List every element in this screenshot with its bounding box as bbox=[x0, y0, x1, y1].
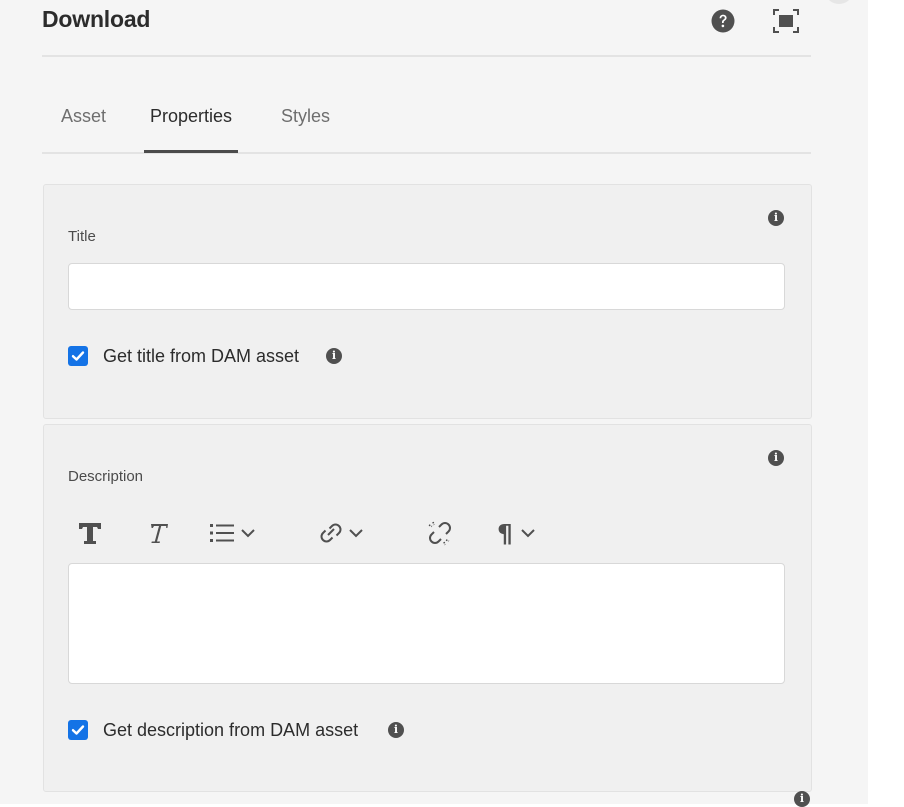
checkmark-icon bbox=[71, 725, 85, 735]
title-info-icon[interactable]: i bbox=[768, 210, 784, 226]
description-from-dam-checkbox[interactable] bbox=[68, 720, 88, 740]
title-from-dam-checkbox[interactable] bbox=[68, 346, 88, 366]
paragraph-icon: ¶ bbox=[497, 518, 513, 548]
description-editor[interactable] bbox=[68, 563, 785, 684]
dialog-panel: Download Asset Properties Styles i Title… bbox=[0, 0, 868, 807]
chevron-down-icon bbox=[349, 529, 363, 538]
help-icon[interactable] bbox=[711, 9, 735, 33]
chevron-down-icon bbox=[521, 529, 535, 538]
next-field-info-icon[interactable]: i bbox=[794, 791, 810, 807]
active-tab-indicator bbox=[144, 150, 238, 153]
link-icon bbox=[320, 523, 342, 543]
tab-asset[interactable]: Asset bbox=[61, 106, 106, 127]
list-button[interactable] bbox=[208, 516, 272, 550]
title-from-dam-info-icon[interactable]: i bbox=[326, 348, 342, 364]
title-from-dam-label: Get title from DAM asset bbox=[103, 346, 300, 366]
bold-icon bbox=[79, 523, 101, 544]
checkmark-icon bbox=[71, 351, 85, 361]
unlink-icon bbox=[428, 521, 451, 546]
unlink-button[interactable] bbox=[424, 516, 458, 550]
tab-styles[interactable]: Styles bbox=[281, 106, 330, 127]
bold-button[interactable] bbox=[76, 516, 108, 550]
link-button[interactable] bbox=[316, 516, 380, 550]
description-from-dam-label: Get description from DAM asset bbox=[103, 720, 359, 740]
title-input[interactable] bbox=[68, 263, 785, 310]
description-from-dam-info-icon[interactable]: i bbox=[388, 722, 404, 738]
fullscreen-icon[interactable] bbox=[773, 9, 799, 33]
header-divider bbox=[42, 55, 811, 57]
list-icon bbox=[210, 524, 234, 542]
chevron-down-icon bbox=[241, 529, 255, 538]
description-info-icon[interactable]: i bbox=[768, 450, 784, 466]
corner-decoration bbox=[826, 0, 852, 4]
italic-button[interactable] bbox=[142, 516, 174, 550]
description-label: Description bbox=[68, 468, 144, 485]
paragraph-format-button[interactable]: ¶ bbox=[492, 516, 556, 550]
tab-properties[interactable]: Properties bbox=[150, 106, 232, 127]
title-label: Title bbox=[68, 228, 96, 245]
dialog-title: Download bbox=[42, 6, 151, 32]
italic-icon bbox=[151, 524, 168, 543]
